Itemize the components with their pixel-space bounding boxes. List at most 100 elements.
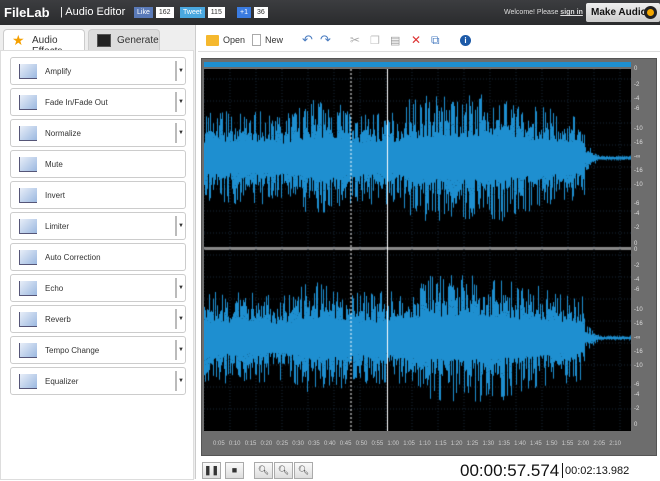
open-label: Open — [223, 35, 246, 45]
folder-icon — [206, 34, 219, 46]
make-audio-button[interactable]: Make Audio — [586, 3, 660, 22]
time-tick: 1:15 — [434, 441, 447, 447]
plus-label: +1 — [237, 7, 251, 18]
effect-mute[interactable]: Mute — [10, 150, 186, 178]
effect-echo[interactable]: Echo ▼ — [10, 274, 186, 302]
auto-correction-icon — [19, 250, 37, 265]
equalizer-icon — [19, 374, 37, 389]
time-tick: 0:10 — [228, 441, 241, 447]
zoom-fit-button[interactable]: 🔍︎ — [294, 462, 313, 479]
effect-auto-correction[interactable]: Auto Correction — [10, 243, 186, 271]
tweet-label: Tweet — [180, 7, 205, 18]
normalize-icon — [19, 126, 37, 141]
effect-equalizer[interactable]: Equalizer ▼ — [10, 367, 186, 395]
top-bar: FileLab | Audio Editor Like 162 Tweet 115 … — [0, 0, 660, 25]
selection-bar[interactable] — [204, 62, 631, 67]
total-time: 00:02:13.982 — [565, 465, 630, 477]
welcome-text: Welcome! Please sign in — [504, 9, 583, 16]
copy-icon[interactable]: ❐ — [370, 33, 380, 47]
db-label: -2 — [634, 81, 640, 88]
chevron-down-icon[interactable]: ▼ — [175, 309, 185, 329]
effect-normalize[interactable]: Normalize ▼ — [10, 119, 186, 147]
new-button[interactable]: New — [252, 33, 283, 47]
effect-amplify[interactable]: Amplify ▼ — [10, 57, 186, 85]
time-tick: 1:55 — [561, 441, 574, 447]
tab-generate[interactable]: Generate — [88, 29, 160, 51]
redo-button[interactable]: ↷ — [320, 32, 331, 47]
db-label: -∞ — [634, 334, 641, 341]
plus-count: 36 — [253, 7, 268, 18]
invert-icon — [19, 188, 37, 203]
db-label: -6 — [634, 287, 640, 294]
time-tick: 0:25 — [276, 441, 289, 447]
google-plus-button[interactable]: +1 36 — [237, 7, 268, 18]
db-label: -10 — [634, 181, 643, 188]
effect-invert[interactable]: Invert — [10, 181, 186, 209]
amplify-icon — [19, 64, 37, 79]
zoom-out-button[interactable]: 🔍︎ — [274, 462, 293, 479]
chevron-down-icon[interactable]: ▼ — [175, 278, 185, 298]
effect-fade-in-fade-out[interactable]: Fade In/Fade Out ▼ — [10, 88, 186, 116]
undo-button[interactable]: ↶ — [302, 32, 313, 47]
effect-label: Equalizer — [45, 377, 79, 386]
stop-button[interactable]: ■ — [225, 462, 244, 479]
effect-label: Auto Correction — [45, 253, 101, 262]
db-label: -16 — [634, 348, 643, 355]
mute-icon — [19, 157, 37, 172]
delete-icon[interactable]: ✕ — [411, 33, 421, 47]
waveform-canvas[interactable] — [204, 69, 631, 431]
db-label: 0 — [634, 422, 638, 428]
tweet-button[interactable]: Tweet 115 — [180, 7, 225, 18]
db-label: -4 — [634, 211, 640, 218]
time-tick: 0:40 — [323, 441, 336, 447]
crop-icon[interactable]: ⧉ — [431, 33, 440, 47]
zoom-in-button[interactable]: 🔍︎ — [254, 462, 273, 479]
db-label: -16 — [634, 139, 643, 146]
waveform-editor[interactable]: 0 -2 -4 -6 -10 -16 -∞ -16 -10 -6 -4 -2 0 0 -2 -4 -6 -10 -1… — [201, 58, 657, 456]
chevron-down-icon[interactable]: ▼ — [175, 61, 185, 81]
effect-label: Normalize — [45, 129, 82, 138]
time-tick: 1:45 — [530, 441, 542, 447]
pause-button[interactable]: ❚❚ — [202, 462, 221, 479]
time-tick: 1:05 — [403, 441, 415, 447]
toolbar: Open New ↶ ↷ ✂ ❐ ▤ ✕ ⧉ i — [198, 28, 660, 52]
chevron-down-icon[interactable]: ▼ — [175, 216, 185, 236]
time-tick: 2:10 — [609, 441, 621, 447]
time-tick: 0:05 — [213, 441, 225, 447]
time-tick: 1:30 — [482, 441, 495, 447]
paste-icon[interactable]: ▤ — [390, 33, 400, 47]
db-label: -16 — [634, 320, 643, 327]
cut-icon[interactable]: ✂ — [350, 33, 360, 47]
db-label: 0 — [634, 247, 638, 253]
effect-limiter[interactable]: Limiter ▼ — [10, 212, 186, 240]
tweet-count: 115 — [207, 7, 225, 18]
chevron-down-icon[interactable]: ▼ — [175, 123, 185, 143]
open-button[interactable]: Open — [206, 33, 245, 47]
chevron-down-icon[interactable]: ▼ — [175, 92, 185, 112]
time-tick: 0:30 — [292, 441, 304, 447]
chevron-down-icon[interactable]: ▼ — [175, 371, 185, 391]
effect-tempo-change[interactable]: Tempo Change ▼ — [10, 336, 186, 364]
time-tick: 1:00 — [387, 441, 400, 447]
effect-label: Invert — [45, 191, 66, 200]
sign-in-link[interactable]: sign in — [560, 9, 583, 16]
waveform-monitor-icon — [97, 34, 111, 47]
speaker-icon — [644, 6, 657, 19]
chevron-down-icon[interactable]: ▼ — [175, 340, 185, 360]
playback-controls: ❚❚ ■ 🔍︎ 🔍︎ 🔍︎ 00:00:57.574 00:02:13.982 — [198, 458, 660, 480]
new-file-icon — [252, 34, 261, 46]
time-tick: 0:50 — [355, 441, 368, 447]
db-label: -6 — [634, 106, 640, 113]
effect-label: Fade In/Fade Out — [45, 98, 108, 107]
facebook-like-button[interactable]: Like 162 — [134, 7, 174, 18]
db-label: 0 — [634, 66, 638, 72]
db-label: -2 — [634, 262, 640, 269]
info-icon[interactable]: i — [460, 33, 471, 47]
effects-panel: Amplify ▼ Fade In/Fade Out ▼ Normalize ▼ Mute I… — [0, 50, 194, 480]
effect-label: Amplify — [45, 67, 72, 76]
welcome-label: Welcome! Please — [504, 9, 559, 16]
star-icon: ★ — [12, 32, 25, 48]
effect-reverb[interactable]: Reverb ▼ — [10, 305, 186, 333]
app-title: | Audio Editor — [60, 6, 126, 18]
time-tick: 0:45 — [339, 441, 352, 447]
